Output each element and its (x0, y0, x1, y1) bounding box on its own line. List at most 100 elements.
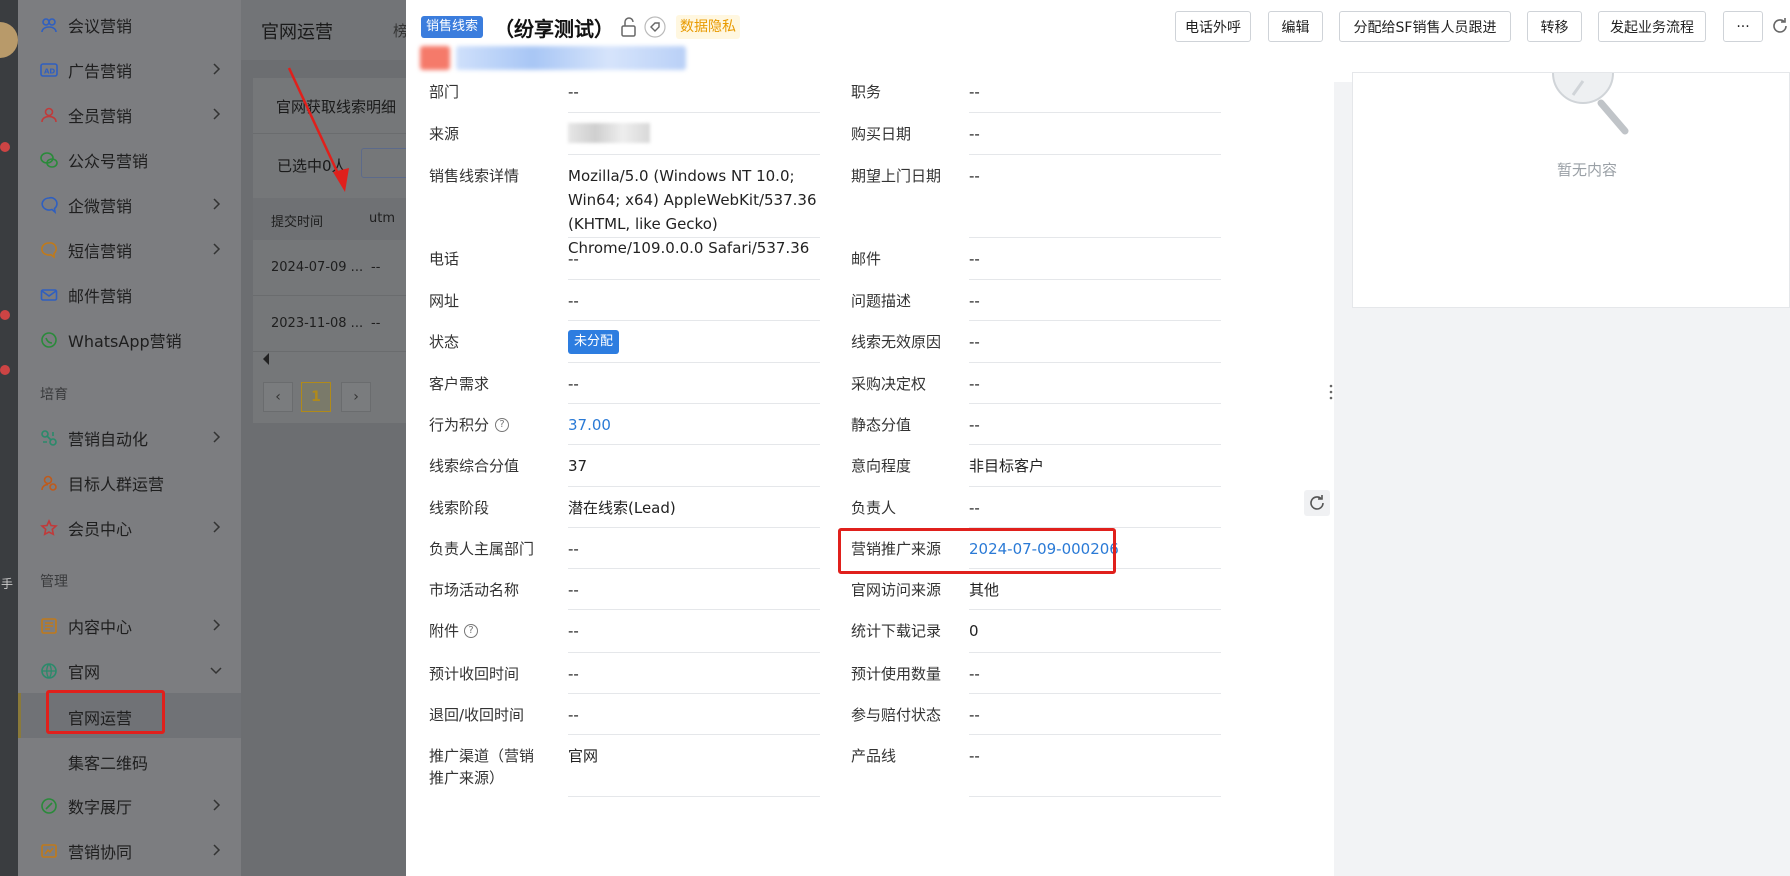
row-divider (568, 112, 820, 113)
row-divider (568, 403, 820, 404)
field-label: 线索综合分值 (429, 457, 520, 475)
data-privacy-tag[interactable]: 数据隐私 (676, 15, 740, 39)
sidebar-item-label: 会员中心 (68, 519, 133, 539)
sidebar-item-wecom-marketing[interactable]: 企微营销 (18, 182, 241, 227)
sidebar-item-marketing-collab[interactable]: 营销协同 (18, 828, 241, 873)
table-header: 提交时间 utm (253, 198, 413, 240)
field-value: 官网 (568, 747, 599, 765)
field-label: 负责人主属部门 (429, 540, 535, 558)
object-type-tag: 销售线索 (421, 16, 484, 38)
field-label: 期望上门日期 (851, 167, 942, 185)
field-value: -- (969, 125, 980, 143)
behavior-score-link[interactable]: 37.00 (568, 413, 820, 437)
field-label: 参与赔付状态 (851, 706, 942, 724)
assign-sf-sales-button[interactable]: 分配给SF销售人员跟进 (1339, 11, 1511, 42)
content-icon (40, 617, 58, 635)
row-divider (969, 609, 1221, 610)
row-divider (969, 362, 1221, 363)
row-divider (568, 734, 820, 735)
field-value: -- (568, 375, 579, 393)
sidebar-item-member-center[interactable]: 会员中心 (18, 505, 241, 550)
blurred-subtitle (456, 46, 686, 70)
field-value: -- (969, 375, 980, 393)
field-label: 产品线 (851, 747, 897, 765)
transfer-button[interactable]: 转移 (1527, 11, 1582, 42)
notification-dot (0, 142, 10, 152)
row-divider (969, 486, 1221, 487)
field-value: -- (969, 499, 980, 517)
row-divider (969, 734, 1221, 735)
field-label: 意向程度 (851, 457, 912, 475)
page-number[interactable]: 1 (301, 382, 331, 412)
table-row[interactable]: 2024-07-09 ... -- (253, 240, 413, 296)
field-label: 静态分值 (851, 416, 912, 434)
blurred-source-value (568, 123, 650, 143)
search-empty-icon (1552, 73, 1629, 135)
field-value: -- (969, 167, 980, 185)
sidebar-item-meeting-marketing[interactable]: 会议营销 (18, 2, 241, 47)
field-label: 负责人 (851, 499, 897, 517)
phone-call-button[interactable]: 电话外呼 (1175, 11, 1251, 42)
field-value: -- (568, 622, 579, 640)
sidebar-item-target-group[interactable]: 目标人群运营 (18, 460, 241, 505)
field-value: -- (568, 250, 579, 268)
globe-icon (40, 662, 58, 680)
sidebar-item-label: 内容中心 (68, 617, 133, 637)
sidebar-item-content-center[interactable]: 内容中心 (18, 603, 241, 648)
sidebar-item-ad-marketing[interactable]: AD 广告营销 (18, 47, 241, 92)
avatar[interactable] (0, 22, 18, 58)
cell-time: 2024-07-09 ... (271, 260, 364, 275)
field-value: -- (568, 83, 579, 101)
cell-value: -- (371, 316, 381, 331)
edit-button[interactable]: 编辑 (1268, 11, 1323, 42)
table-row[interactable]: 2023-11-08 ... -- (253, 296, 413, 352)
start-business-flow-button[interactable]: 发起业务流程 (1598, 11, 1706, 42)
scroll-left-icon[interactable] (261, 352, 271, 366)
prev-page-button[interactable]: ‹ (263, 382, 293, 412)
row-divider (568, 693, 820, 694)
field-value: 37 (568, 457, 588, 475)
field-label: 采购决定权 (851, 375, 927, 393)
field-value: -- (969, 250, 980, 268)
cell-time: 2023-11-08 ... (271, 316, 364, 331)
chevron-right-icon (213, 521, 221, 533)
highlight-box-website-operation (46, 690, 165, 734)
help-icon[interactable]: ? (464, 624, 478, 638)
sidebar-item-whatsapp-marketing[interactable]: WhatsApp营销 (18, 317, 241, 362)
sidebar-item-digital-exhibit[interactable]: 数字展厅 (18, 783, 241, 828)
chevron-right-icon (213, 243, 221, 255)
sidebar-subitem-qr-code[interactable]: 集客二维码 (18, 738, 241, 783)
blurred-avatar (420, 46, 450, 70)
sidebar-item-all-staff-marketing[interactable]: 全员营销 (18, 92, 241, 137)
refresh-icon[interactable] (1770, 16, 1790, 36)
page-header: 官网运营 榜 (241, 0, 411, 60)
row-divider (969, 693, 1221, 694)
sidebar-item-label: 数字展厅 (68, 797, 133, 817)
highlight-box-marketing-source (838, 528, 1116, 574)
sidebar-item-official-account-marketing[interactable]: 公众号营销 (18, 137, 241, 182)
unlock-icon[interactable] (618, 16, 640, 38)
help-icon[interactable]: ? (495, 418, 509, 432)
more-button[interactable]: ··· (1723, 11, 1763, 42)
row-divider (568, 652, 820, 653)
tag-icon[interactable] (644, 16, 666, 38)
chevron-right-icon (213, 108, 221, 120)
recalculate-button[interactable] (1304, 490, 1330, 516)
sidebar-item-sms-marketing[interactable]: 短信营销 (18, 227, 241, 272)
section-label-nurture: 培育 (40, 387, 68, 403)
sidebar-item-marketing-automation[interactable]: 营销自动化 (18, 415, 241, 460)
sidebar-item-email-marketing[interactable]: 邮件营销 (18, 272, 241, 317)
field-label: 销售线索详情 (429, 167, 520, 185)
row-divider (568, 237, 820, 238)
sidebar-item-label: 官网 (68, 662, 101, 682)
chevron-right-icon (213, 844, 221, 856)
sidebar-item-website[interactable]: 官网 (18, 648, 241, 693)
row-divider (568, 154, 820, 155)
sidebar-item-label: 集客二维码 (68, 754, 149, 773)
next-page-button[interactable]: › (341, 382, 371, 412)
field-label: 推广渠道（营销推广来源） (429, 747, 535, 787)
wecom-icon (40, 196, 58, 214)
field-value: -- (969, 747, 980, 765)
sidebar-item-label: 营销协同 (68, 842, 133, 862)
drag-handle-icon[interactable] (1328, 372, 1334, 412)
